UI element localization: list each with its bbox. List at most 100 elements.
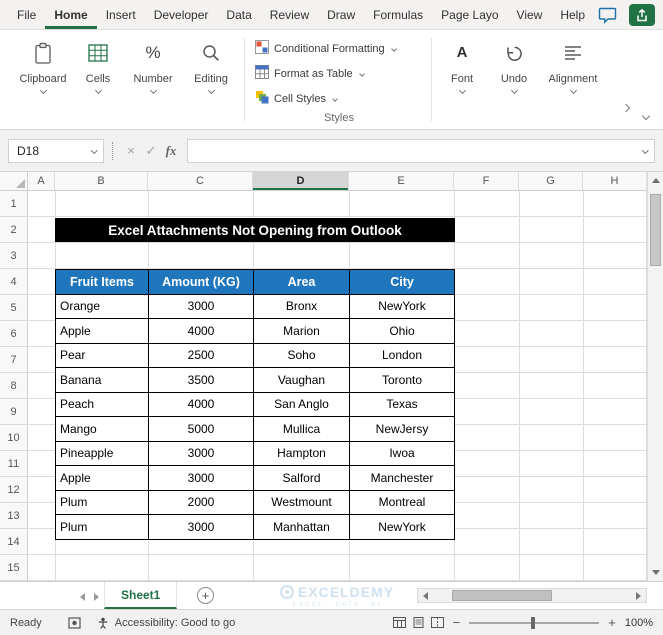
- enter-button[interactable]: ✓: [141, 143, 161, 159]
- column-header-a[interactable]: A: [28, 172, 55, 190]
- font-group-button[interactable]: A Font: [436, 30, 488, 129]
- table-cell[interactable]: Vaughan: [253, 367, 350, 393]
- zoom-out-button[interactable]: −: [453, 615, 461, 630]
- table-cell[interactable]: Westmount: [253, 489, 350, 515]
- table-cell[interactable]: Pear: [55, 342, 149, 368]
- cell-styles-button[interactable]: Cell Styles: [255, 86, 423, 111]
- row-header-4[interactable]: 4: [0, 269, 28, 295]
- table-cell[interactable]: Hampton: [253, 440, 350, 466]
- macro-record-icon[interactable]: [68, 616, 81, 629]
- column-header-e[interactable]: E: [349, 172, 454, 190]
- page-break-view-icon[interactable]: [430, 617, 444, 628]
- title-banner-cell[interactable]: Excel Attachments Not Opening from Outlo…: [55, 218, 455, 242]
- table-cell[interactable]: 5000: [148, 416, 254, 442]
- table-cell[interactable]: Ohio: [349, 318, 455, 344]
- table-cell[interactable]: Peach: [55, 391, 149, 417]
- row-header-6[interactable]: 6: [0, 321, 28, 347]
- vertical-scrollbar[interactable]: [647, 172, 663, 581]
- table-cell[interactable]: Mango: [55, 416, 149, 442]
- ribbon-expand-icon[interactable]: [621, 98, 631, 116]
- table-cell[interactable]: 4000: [148, 391, 254, 417]
- row-header-3[interactable]: 3: [0, 243, 28, 269]
- horizontal-scroll-thumb[interactable]: [452, 590, 552, 601]
- table-header-cell[interactable]: City: [349, 269, 455, 295]
- table-cell[interactable]: Iwoa: [349, 440, 455, 466]
- table-cell[interactable]: 3000: [148, 440, 254, 466]
- table-cell[interactable]: 3000: [148, 514, 254, 540]
- table-cell[interactable]: Salford: [253, 465, 350, 491]
- tab-page-layout[interactable]: Page Layo: [432, 0, 507, 29]
- select-all-button[interactable]: [0, 172, 28, 190]
- column-header-c[interactable]: C: [148, 172, 253, 190]
- add-sheet-button[interactable]: +: [197, 587, 214, 604]
- scroll-down-icon[interactable]: [652, 570, 660, 575]
- table-cell[interactable]: NewYork: [349, 293, 455, 319]
- column-header-g[interactable]: G: [519, 172, 583, 190]
- undo-group-button[interactable]: Undo: [488, 30, 540, 129]
- tab-view[interactable]: View: [508, 0, 552, 29]
- table-cell[interactable]: 3000: [148, 465, 254, 491]
- scroll-right-icon[interactable]: [636, 592, 641, 600]
- table-cell[interactable]: London: [349, 342, 455, 368]
- horizontal-scrollbar[interactable]: [417, 588, 647, 603]
- table-cell[interactable]: San Anglo: [253, 391, 350, 417]
- tab-data[interactable]: Data: [217, 0, 260, 29]
- sheet-nav-right-icon[interactable]: [94, 593, 99, 601]
- scroll-up-icon[interactable]: [652, 178, 660, 183]
- tab-developer[interactable]: Developer: [145, 0, 218, 29]
- cancel-button[interactable]: ×: [121, 143, 141, 158]
- table-cell[interactable]: Pineapple: [55, 440, 149, 466]
- table-cell[interactable]: NewJersy: [349, 416, 455, 442]
- alignment-group-button[interactable]: Alignment: [540, 30, 606, 129]
- table-cell[interactable]: Montreal: [349, 489, 455, 515]
- editing-group-button[interactable]: Editing: [182, 30, 240, 129]
- formula-input[interactable]: [187, 138, 655, 163]
- table-header-cell[interactable]: Area: [253, 269, 350, 295]
- clipboard-group-button[interactable]: Clipboard: [14, 30, 72, 129]
- sheet-nav-left-icon[interactable]: [80, 593, 85, 601]
- row-header-14[interactable]: 14: [0, 529, 28, 555]
- scroll-left-icon[interactable]: [423, 592, 428, 600]
- row-header-13[interactable]: 13: [0, 503, 28, 529]
- accessibility-button[interactable]: Accessibility: Good to go: [97, 617, 235, 629]
- tab-insert[interactable]: Insert: [97, 0, 145, 29]
- row-header-15[interactable]: 15: [0, 555, 28, 581]
- column-header-d[interactable]: D: [253, 172, 349, 190]
- number-group-button[interactable]: % Number: [124, 30, 182, 129]
- table-cell[interactable]: 3500: [148, 367, 254, 393]
- table-cell[interactable]: Manhattan: [253, 514, 350, 540]
- table-cell[interactable]: Orange: [55, 293, 149, 319]
- table-cell[interactable]: Apple: [55, 465, 149, 491]
- ribbon-collapse-icon[interactable]: [641, 106, 651, 124]
- table-cell[interactable]: 3000: [148, 293, 254, 319]
- table-cell[interactable]: 4000: [148, 318, 254, 344]
- row-header-2[interactable]: 2: [0, 217, 28, 243]
- table-cell[interactable]: NewYork: [349, 514, 455, 540]
- table-cell[interactable]: Plum: [55, 489, 149, 515]
- share-button[interactable]: [629, 4, 655, 26]
- column-header-h[interactable]: H: [583, 172, 647, 190]
- tab-help[interactable]: Help: [551, 0, 594, 29]
- tab-review[interactable]: Review: [261, 0, 318, 29]
- sheet-tab-sheet1[interactable]: Sheet1: [104, 582, 178, 609]
- tab-home[interactable]: Home: [45, 0, 96, 29]
- table-cell[interactable]: Plum: [55, 514, 149, 540]
- vertical-scroll-thumb[interactable]: [650, 194, 661, 266]
- table-cell[interactable]: 2000: [148, 489, 254, 515]
- normal-view-icon[interactable]: [392, 617, 406, 628]
- cells-group-button[interactable]: Cells: [72, 30, 124, 129]
- table-cell[interactable]: Bronx: [253, 293, 350, 319]
- row-header-12[interactable]: 12: [0, 477, 28, 503]
- table-cell[interactable]: 2500: [148, 342, 254, 368]
- tab-draw[interactable]: Draw: [318, 0, 364, 29]
- table-cell[interactable]: Apple: [55, 318, 149, 344]
- zoom-in-button[interactable]: +: [608, 615, 616, 630]
- table-cell[interactable]: Toronto: [349, 367, 455, 393]
- page-layout-view-icon[interactable]: [412, 617, 425, 628]
- row-header-8[interactable]: 8: [0, 373, 28, 399]
- conditional-formatting-button[interactable]: Conditional Formatting: [255, 36, 423, 61]
- table-cell[interactable]: Manchester: [349, 465, 455, 491]
- row-header-7[interactable]: 7: [0, 347, 28, 373]
- row-header-10[interactable]: 10: [0, 425, 28, 451]
- tab-formulas[interactable]: Formulas: [364, 0, 432, 29]
